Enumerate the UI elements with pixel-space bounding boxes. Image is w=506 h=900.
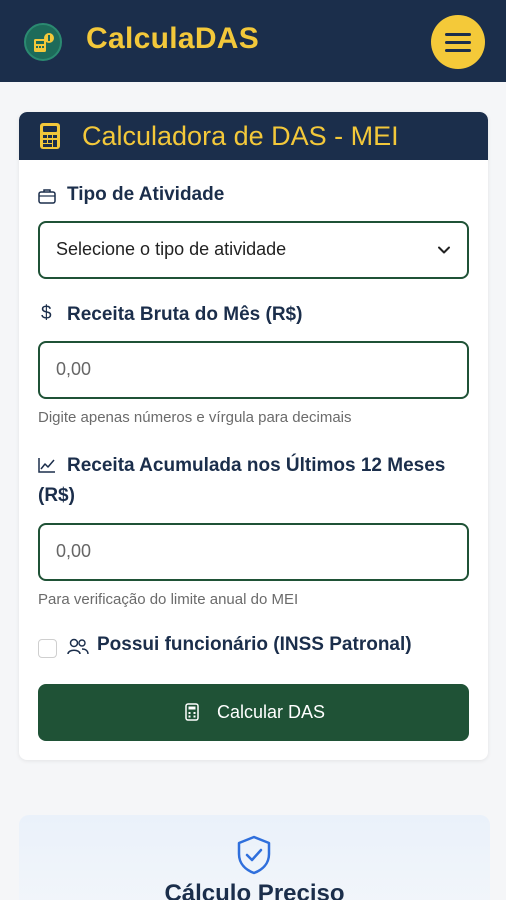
calculator-icon bbox=[40, 123, 60, 149]
hamburger-icon-line bbox=[445, 49, 471, 52]
employee-checkbox[interactable] bbox=[38, 639, 57, 658]
accumulated-revenue-hint: Para verificação do limite anual do MEI bbox=[38, 591, 299, 608]
accumulated-revenue-label: Receita Acumulada nos Últimos 12 Meses bbox=[67, 455, 446, 476]
accumulated-revenue-input[interactable]: 0,00 bbox=[38, 523, 469, 581]
dollar-icon: $ bbox=[41, 303, 52, 324]
activity-select[interactable]: Selecione o tipo de atividade bbox=[38, 221, 469, 279]
trend-chart-icon bbox=[38, 458, 55, 473]
calculate-das-button[interactable]: Calcular DAS bbox=[38, 684, 469, 741]
feature-title: Cálculo Preciso bbox=[164, 880, 345, 900]
monthly-revenue-label: Receita Bruta do Mês (R$) bbox=[67, 304, 303, 325]
briefcase-icon bbox=[38, 189, 56, 204]
feature-card: Cálculo Preciso bbox=[19, 815, 490, 900]
menu-button[interactable] bbox=[431, 15, 485, 69]
top-bar: CalculaDAS bbox=[0, 0, 506, 82]
activity-label: Tipo de Atividade bbox=[67, 184, 225, 205]
chevron-down-icon bbox=[438, 246, 450, 254]
accumulated-revenue-placeholder: 0,00 bbox=[56, 541, 92, 561]
app-title: CalculaDAS bbox=[86, 22, 260, 55]
activity-select-value: Selecione o tipo de atividade bbox=[56, 239, 287, 259]
card-title: Calculadora de DAS - MEI bbox=[82, 121, 399, 151]
employee-label: Possui funcionário (INSS Patronal) bbox=[97, 634, 412, 655]
calculator-icon bbox=[185, 703, 199, 721]
hamburger-icon bbox=[445, 33, 471, 36]
monthly-revenue-input[interactable]: 0,00 bbox=[38, 341, 469, 399]
users-icon bbox=[67, 638, 89, 655]
hamburger-icon-line bbox=[445, 41, 471, 44]
accumulated-revenue-label-cont: (R$) bbox=[38, 485, 75, 506]
monthly-revenue-placeholder: 0,00 bbox=[56, 359, 92, 379]
monthly-revenue-hint: Digite apenas números e vírgula para dec… bbox=[38, 409, 352, 426]
calculate-das-label: Calcular DAS bbox=[217, 702, 326, 722]
calculator-card: Calculadora de DAS - MEI Tipo de Ativida… bbox=[19, 112, 488, 760]
logo-icon bbox=[24, 23, 62, 61]
card-header: Calculadora de DAS - MEI bbox=[19, 112, 488, 160]
shield-check-icon bbox=[237, 835, 271, 875]
